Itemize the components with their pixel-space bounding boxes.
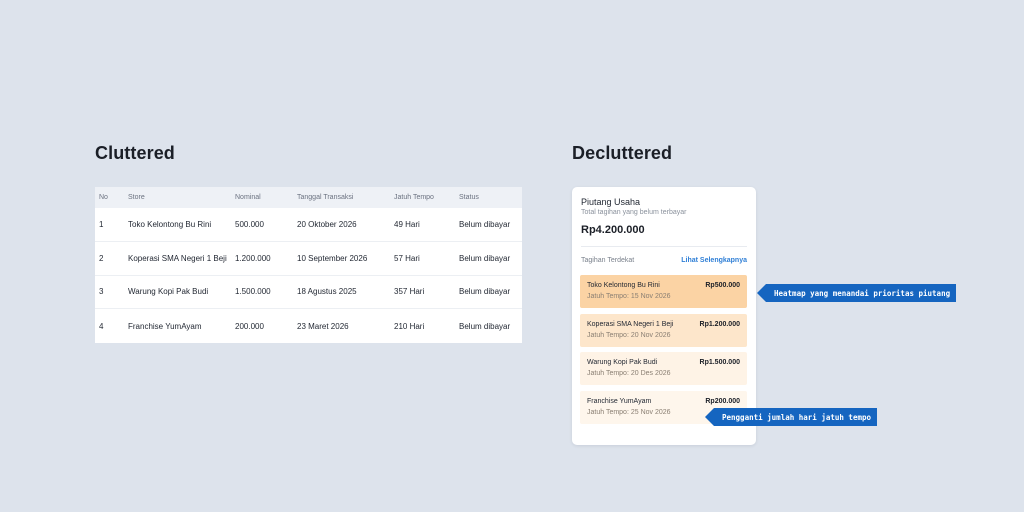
bill-due-date: Jatuh Tempo: 20 Des 2026 [587,370,671,377]
cell-nominal: 500.000 [235,219,264,229]
cell-nominal: 1.200.000 [235,253,271,263]
bill-item[interactable]: Koperasi SMA Negeri 1 Beji Rp1.200.000 J… [580,314,747,347]
replacement-callout: Pengganti jumlah hari jatuh tempo [705,408,878,426]
cell-status: Belum dibayar [459,287,511,297]
cell-transaction-date: 23 Maret 2026 [297,321,349,331]
bill-due-date: Jatuh Tempo: 25 Nov 2026 [587,409,671,416]
bill-store-name: Toko Kelontong Bu Rini [587,282,660,289]
cell-store: Franchise YumAyam [128,321,202,331]
replacement-callout-text: Pengganti jumlah hari jatuh tempo [722,412,872,422]
heatmap-callout-text: Heatmap yang menandai prioritas piutang [774,288,951,298]
bill-item[interactable]: Warung Kopi Pak Budi Rp1.500.000 Jatuh T… [580,352,747,385]
cell-nominal: 200.000 [235,321,264,331]
cell-store: Warung Kopi Pak Budi [128,287,209,297]
cell-nominal: 1.500.000 [235,287,271,297]
bill-amount: Rp1.200.000 [699,321,740,328]
bill-store-name: Koperasi SMA Negeri 1 Beji [587,321,674,328]
divider [581,246,747,247]
header-status: Status [459,194,479,201]
receivables-card: Piutang Usaha Total tagihan yang belum t… [572,187,756,445]
comparison-stage: Cluttered Decluttered No Store Nominal T… [0,0,1024,512]
bill-amount: Rp200.000 [705,398,740,405]
table-row[interactable]: 2 Koperasi SMA Negeri 1 Beji 1.200.000 1… [95,242,522,276]
cell-no: 1 [99,219,104,229]
bill-due-date: Jatuh Tempo: 15 Nov 2026 [587,293,671,300]
cell-status: Belum dibayar [459,253,511,263]
table-header-row: No Store Nominal Tanggal Transaksi Jatuh… [95,187,522,208]
header-due: Jatuh Tempo [394,194,434,201]
cell-due: 210 Hari [394,321,425,331]
heatmap-callout: Heatmap yang menandai prioritas piutang [757,284,957,302]
header-store: Store [128,194,145,201]
bill-item[interactable]: Toko Kelontong Bu Rini Rp500.000 Jatuh T… [580,275,747,308]
cell-status: Belum dibayar [459,321,511,331]
bill-due-date: Jatuh Tempo: 20 Nov 2026 [587,332,671,339]
card-title: Piutang Usaha [581,197,641,207]
cluttered-title: Cluttered [95,143,175,163]
table-row[interactable]: 4 Franchise YumAyam 200.000 23 Maret 202… [95,309,522,343]
cell-transaction-date: 10 September 2026 [297,253,368,263]
callout-arrow-icon [705,408,714,426]
cell-due: 49 Hari [394,219,420,229]
cell-status: Belum dibayar [459,219,511,229]
cell-no: 3 [99,287,104,297]
cell-transaction-date: 20 Oktober 2026 [297,219,357,229]
total-amount: Rp4.200.000 [581,224,645,236]
cell-due: 57 Hari [394,253,420,263]
bill-amount: Rp500.000 [705,282,740,289]
callout-arrow-icon [757,284,766,302]
see-more-link[interactable]: Lihat Selengkapnya [681,257,747,264]
decluttered-title: Decluttered [572,143,673,163]
bill-amount: Rp1.500.000 [699,359,740,366]
cluttered-table: No Store Nominal Tanggal Transaksi Jatuh… [95,187,522,343]
header-no: No [99,194,108,201]
cell-no: 2 [99,253,104,263]
table-row[interactable]: 1 Toko Kelontong Bu Rini 500.000 20 Okto… [95,208,522,242]
table-row[interactable]: 3 Warung Kopi Pak Budi 1.500.000 18 Agus… [95,276,522,310]
section-label: Tagihan Terdekat [581,257,635,264]
header-transaction-date: Tanggal Transaksi [297,194,354,201]
bill-store-name: Warung Kopi Pak Budi [587,359,658,366]
header-nominal: Nominal [235,194,261,201]
cell-store: Toko Kelontong Bu Rini [128,219,212,229]
cell-due: 357 Hari [394,287,425,297]
card-subtitle: Total tagihan yang belum terbayar [581,209,687,216]
cell-no: 4 [99,321,104,331]
bill-store-name: Franchise YumAyam [587,398,652,405]
cell-transaction-date: 18 Agustus 2025 [297,287,357,297]
cell-store: Koperasi SMA Negeri 1 Beji [128,253,227,263]
